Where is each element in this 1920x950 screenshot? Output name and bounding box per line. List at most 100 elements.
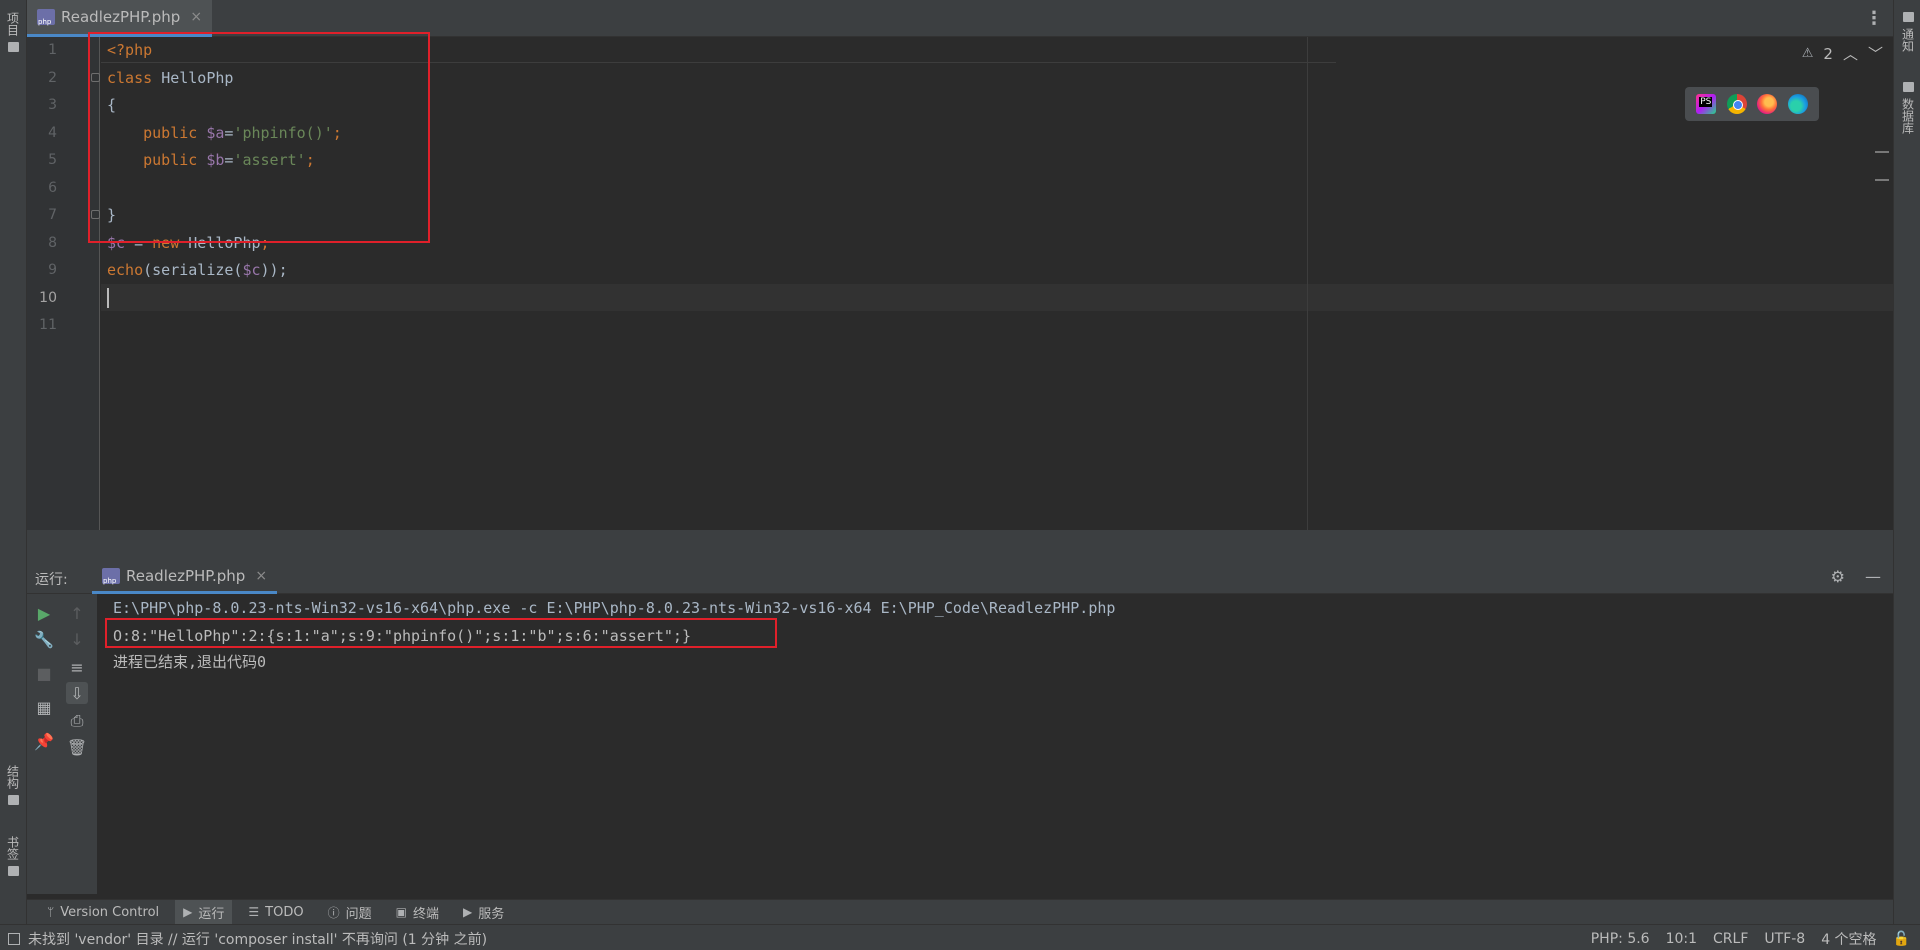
more-options-icon[interactable]: ⋮ [1865,8,1883,29]
minimize-icon[interactable]: — [1865,567,1881,586]
terminal-icon: ▣ [395,905,407,919]
line-number: 5 [48,152,57,168]
problems-button[interactable]: ⓘ 问题 [320,900,380,925]
bookmarks-tool-button[interactable]: 书签 [3,836,23,876]
caret-position[interactable]: 10:1 [1666,931,1697,947]
version-control-button[interactable]: ᛘ Version Control [39,900,167,925]
run-tab-filename: ReadlezPHP.php [126,566,246,585]
folder-icon [7,42,19,52]
run-panel-label: 运行: [35,572,68,588]
services-icon: ▶ [462,905,473,919]
console-command-line: E:\PHP\php-8.0.23-nts-Win32-vs16-x64\php… [113,599,1116,617]
notifications-label: 通知 [1900,28,1915,52]
bookmarks-label: 书签 [5,836,20,860]
editor-tab-filename: ReadlezPHP.php [61,8,181,26]
tool-window-bar: ᛘ Version Control ▶ 运行 ☰ TODO ⓘ 问题 ▣ 终端 … [27,899,1893,925]
scrollbar-marker[interactable] [1875,179,1889,181]
chrome-icon[interactable] [1726,94,1747,114]
run-tab-close-icon[interactable]: × [255,568,267,584]
project-label: 项目 [5,12,20,36]
line-number: 1 [48,42,57,58]
run-console-output[interactable]: E:\PHP\php-8.0.23-nts-Win32-vs16-x64\php… [97,594,1893,894]
todo-button[interactable]: ☰ TODO [240,900,311,925]
variable: $c [242,261,261,279]
call-close: )); [260,261,288,279]
soft-wrap-icon[interactable]: ≡ [66,656,88,678]
run-header-actions: ⚙ — [1831,567,1881,586]
project-tool-button[interactable]: 项目 [3,12,23,52]
phpstorm-browser-icon[interactable] [1696,94,1717,114]
right-margin-guide [1307,37,1308,530]
run-panel-header: 运行: ReadlezPHP.php × ⚙ — [27,560,1893,594]
file-encoding[interactable]: UTF-8 [1764,931,1805,947]
right-tool-strip: 通知 数据库 [1893,0,1920,924]
structure-label: 结构 [5,765,20,789]
left-tool-strip: 项目 结构 书签 [0,0,27,924]
status-left: 未找到 'vendor' 目录 // 运行 'composer install'… [8,929,487,949]
play-icon: ▶ [183,905,193,919]
firefox-icon[interactable] [1757,94,1778,114]
tab-close-icon[interactable]: × [190,9,202,25]
output-highlight-box [105,618,777,648]
status-right: PHP: 5.6 10:1 CRLF UTF-8 4 个空格 🔓 [1591,929,1910,949]
structure-tool-button[interactable]: 结构 [3,765,23,805]
terminal-button[interactable]: ▣ 终端 [388,900,447,925]
status-message[interactable]: 未找到 'vendor' 目录 // 运行 'composer install'… [28,929,487,949]
console-exit-line: 进程已结束,退出代码0 [113,653,267,671]
terminal-label: 终端 [412,906,439,922]
code-highlight-box [88,32,430,243]
scrollbar-marker[interactable] [1875,151,1889,153]
bookmark-icon [7,866,19,876]
print-icon[interactable]: ⎙ [66,710,88,732]
notifications-tool-button[interactable]: 通知 [1898,12,1918,52]
inspection-widget[interactable]: ⚠ 2 ︿ ﹀ [1802,43,1883,64]
warning-icon: ⚠ [1801,46,1814,61]
window-toggle-icon[interactable] [8,933,20,945]
todo-label: TODO [265,904,304,920]
text-caret [107,288,109,308]
run-button[interactable]: ▶ 运行 [175,899,233,925]
line-number: 6 [48,179,57,196]
run-label: 运行 [198,906,225,922]
panel-splitter[interactable] [27,530,1893,560]
line-separator-setting[interactable]: CRLF [1713,931,1748,947]
browser-preview-bar [1685,87,1819,121]
php-version[interactable]: PHP: 5.6 [1591,931,1650,947]
database-tool-button[interactable]: 数据库 [1898,82,1918,134]
php-file-icon [102,567,120,585]
previous-highlight-icon[interactable]: ︿ [1843,43,1858,64]
line-number: 4 [48,124,57,141]
services-button[interactable]: ▶ 服务 [455,900,512,925]
line-number: 3 [48,97,57,113]
lock-icon[interactable]: 🔓 [1893,931,1910,947]
list-icon: ☰ [248,905,260,919]
database-label: 数据库 [1900,98,1915,134]
indent-setting[interactable]: 4 个空格 [1821,929,1876,949]
gear-icon[interactable]: ⚙ [1831,567,1845,586]
branch-icon: ᛘ [47,905,55,919]
scroll-to-end-icon[interactable]: ⇩ [66,682,88,704]
run-config-tab[interactable]: ReadlezPHP.php × [92,560,278,594]
wrench-icon[interactable]: 🔧 [33,628,55,650]
layout-icon[interactable]: ▦ [33,696,55,718]
status-bar: 未找到 'vendor' 目录 // 运行 'composer install'… [0,924,1920,950]
trash-icon[interactable]: 🗑 [66,736,88,758]
version-control-label: Version Control [60,904,160,920]
database-icon [1902,82,1914,92]
code-editor[interactable]: 1 2 3 4 5 6 7 8 9 10 11 <?php class Hell… [27,32,1893,530]
code-line-9: echo(serialize($c)); [107,257,288,285]
stop-icon[interactable]: ■ [33,662,55,684]
info-icon: ⓘ [327,905,340,920]
current-line-highlight [101,284,1893,311]
next-highlight-icon[interactable]: ﹀ [1868,43,1883,64]
call-open: (serialize( [143,261,243,279]
line-number: 11 [39,317,57,333]
up-arrow-icon[interactable]: ↑ [66,602,88,624]
structure-icon [7,795,19,805]
rerun-icon[interactable]: ▶ [33,602,55,624]
pin-icon[interactable]: 📌 [33,730,55,752]
down-arrow-icon[interactable]: ↓ [66,628,88,650]
line-number: 8 [48,234,57,251]
edge-icon[interactable] [1787,94,1808,114]
function-name: echo [107,261,144,279]
